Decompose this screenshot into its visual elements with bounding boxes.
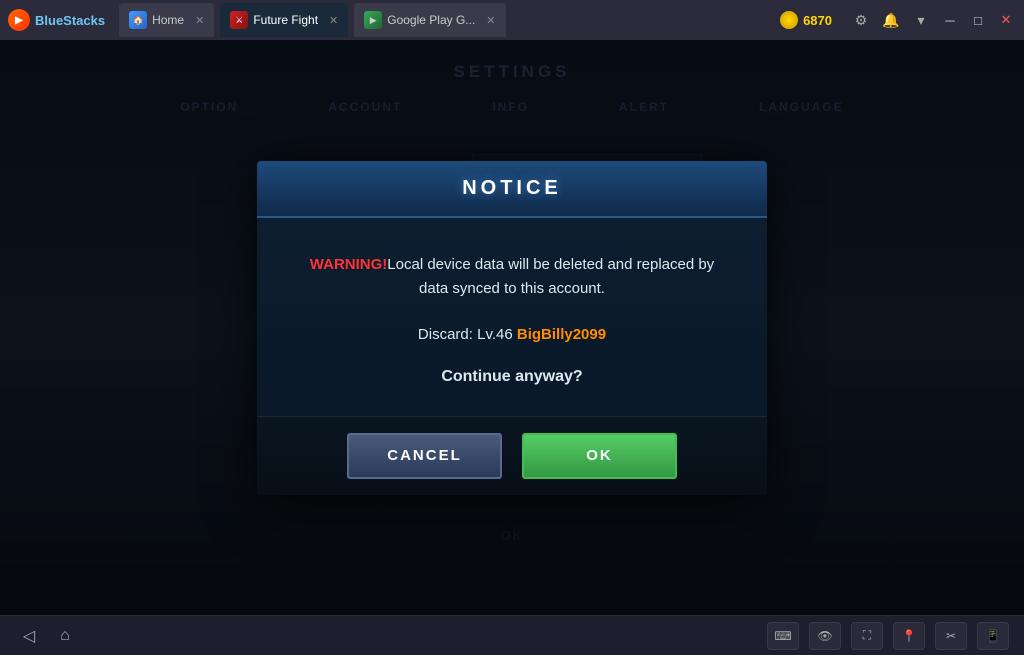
google-play-tab-label: Google Play G... (387, 13, 475, 27)
future-fight-tab-label: Future Fight (253, 13, 318, 27)
home-tab-label: Home (152, 13, 184, 27)
dialog-continue-text: Continue anyway? (297, 368, 727, 386)
dialog-discard-text: Discard: Lv.46 BigBilly2099 (297, 326, 727, 343)
dialog-body: WARNING!Local device data will be delete… (257, 218, 767, 416)
fullscreen-tool[interactable]: ⛶ (851, 622, 883, 650)
cancel-button[interactable]: CANCEL (347, 433, 502, 479)
tab-google-play[interactable]: ▶ Google Play G... ✕ (354, 3, 505, 37)
tab-home[interactable]: 🏠 Home ✕ (119, 3, 214, 37)
device-tool[interactable]: 📱 (977, 622, 1009, 650)
dropdown-icon[interactable]: ▾ (910, 9, 932, 31)
dialog-title: NOTICE (462, 177, 562, 199)
coin-icon: ● (780, 11, 798, 29)
taskbar-tools: ⌨ 👁 ⛶ 📍 ✂ 📱 (767, 622, 1009, 650)
close-button[interactable]: ✕ (996, 12, 1016, 28)
warning-prefix: WARNING! (310, 256, 388, 273)
window-controls: ⚙ 🔔 ▾ ─ □ ✕ (850, 9, 1016, 31)
discard-label: Discard: Lv.46 (418, 326, 513, 343)
future-fight-tab-close[interactable]: ✕ (329, 14, 338, 27)
home-tab-close[interactable]: ✕ (195, 14, 204, 27)
taskbar: ◁ ⌂ ⌨ 👁 ⛶ 📍 ✂ 📱 (0, 615, 1024, 655)
keyboard-tool[interactable]: ⌨ (767, 622, 799, 650)
ok-button[interactable]: OK (522, 433, 677, 479)
minimize-button[interactable]: ─ (940, 12, 960, 28)
home-tab-icon: 🏠 (129, 11, 147, 29)
titlebar: ▶ BlueStacks 🏠 Home ✕ ⚔ Future Fight ✕ ▶… (0, 0, 1024, 40)
coins-display: ● 6870 (780, 11, 832, 29)
bluestacks-icon: ▶ (8, 9, 30, 31)
eye-tool[interactable]: 👁 (809, 622, 841, 650)
google-play-tab-icon: ▶ (364, 11, 382, 29)
cut-tool[interactable]: ✂ (935, 622, 967, 650)
location-tool[interactable]: 📍 (893, 622, 925, 650)
tab-future-fight[interactable]: ⚔ Future Fight ✕ (220, 3, 348, 37)
future-fight-tab-icon: ⚔ (230, 11, 248, 29)
dialog-footer: CANCEL OK (257, 416, 767, 495)
warning-body: Local device data will be deleted and re… (387, 256, 714, 297)
google-play-tab-close[interactable]: ✕ (486, 14, 495, 27)
back-button[interactable]: ◁ (15, 622, 43, 650)
notification-icon[interactable]: 🔔 (880, 9, 902, 31)
settings-icon[interactable]: ⚙ (850, 9, 872, 31)
notice-dialog: NOTICE WARNING!Local device data will be… (257, 161, 767, 495)
dialog-warning-text: WARNING!Local device data will be delete… (297, 253, 727, 301)
game-area: SETTINGS OPTION ACCOUNT INFO ALERT LANGU… (0, 40, 1024, 615)
taskbar-nav: ◁ ⌂ (15, 622, 79, 650)
bluestacks-logo: ▶ BlueStacks (8, 9, 105, 31)
bluestacks-label: BlueStacks (35, 13, 105, 28)
dialog-header: NOTICE (257, 161, 767, 218)
maximize-button[interactable]: □ (968, 12, 988, 28)
coins-value: 6870 (803, 13, 832, 28)
discard-name: BigBilly2099 (517, 326, 606, 343)
home-button[interactable]: ⌂ (51, 622, 79, 650)
